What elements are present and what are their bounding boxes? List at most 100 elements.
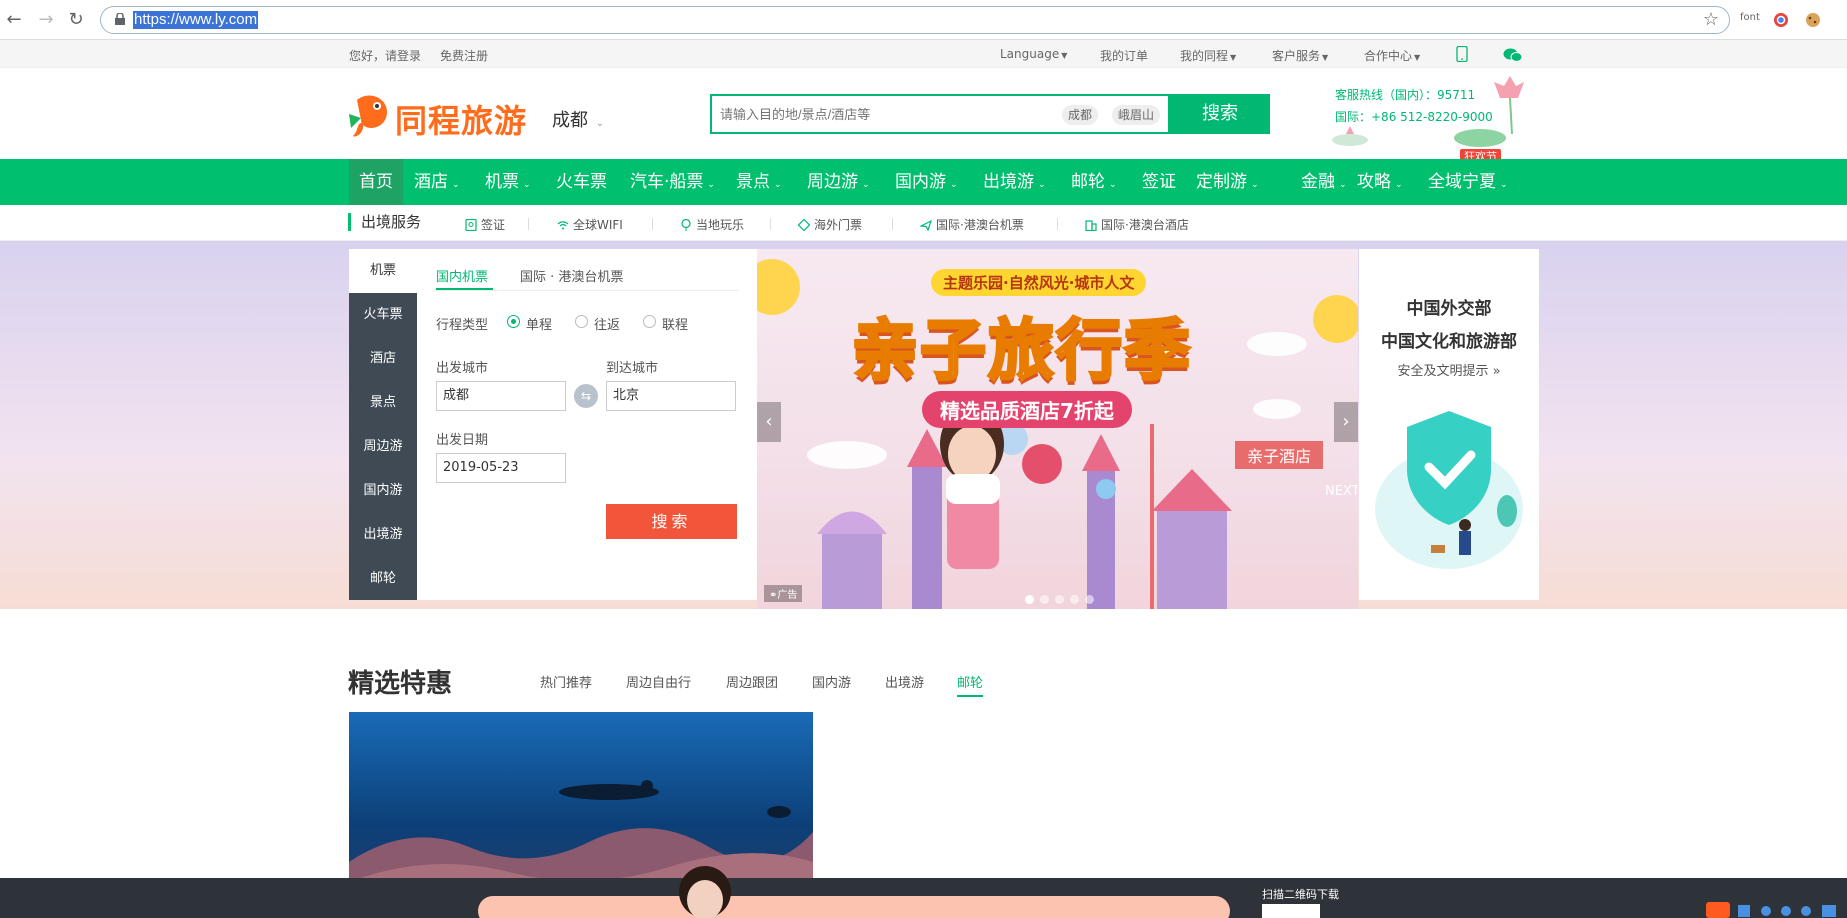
my-orders-link[interactable]: 我的订单 bbox=[1100, 47, 1148, 64]
departure-date-field[interactable]: 2019-05-23 bbox=[436, 453, 566, 483]
nav-item-finance[interactable]: 金融 ⌄ bbox=[1301, 159, 1347, 205]
one-way-radio[interactable] bbox=[507, 315, 520, 328]
url-text[interactable]: https://www.ly.com bbox=[133, 11, 259, 29]
subnav-label: 国际·港澳台机票 bbox=[936, 218, 1024, 232]
search-suggestion-chip[interactable]: 成都 bbox=[1062, 105, 1099, 125]
chrome-extension-icon[interactable] bbox=[1773, 12, 1789, 28]
chevron-down-icon: ⌄ bbox=[862, 180, 870, 190]
nav-item-attractions[interactable]: 景点 ⌄ bbox=[736, 159, 782, 205]
nav-item-home[interactable]: 首页 bbox=[349, 159, 403, 205]
carousel-dot[interactable] bbox=[1085, 595, 1094, 604]
bottom-promo-banner[interactable] bbox=[478, 896, 1230, 918]
side-tab-train[interactable]: 火车票 bbox=[349, 293, 417, 337]
chevron-down-icon: ⌄ bbox=[774, 180, 782, 190]
nav-item-custom-tour[interactable]: 定制游 ⌄ bbox=[1196, 159, 1259, 205]
chevron-down-icon: ⌄ bbox=[1251, 180, 1259, 190]
side-tab-attractions[interactable]: 景点 bbox=[349, 381, 417, 425]
register-link[interactable]: 免费注册 bbox=[440, 47, 488, 64]
tab-intl-flights[interactable]: 国际 · 港澳台机票 bbox=[520, 266, 623, 285]
ime-toolbar-icon bbox=[1706, 902, 1836, 918]
my-trips-menu[interactable]: 我的同程 ▼ bbox=[1180, 47, 1236, 64]
nav-item-domestic[interactable]: 国内游 ⌄ bbox=[895, 159, 958, 205]
deals-section-title: 精选特惠 bbox=[348, 669, 453, 699]
side-tab-nearby[interactable]: 周边游 bbox=[349, 425, 417, 469]
subnav-item-wifi[interactable]: 全球WIFI bbox=[557, 216, 623, 233]
multi-city-label[interactable]: 联程 bbox=[662, 314, 688, 333]
deals-tab-nearby-free[interactable]: 周边自由行 bbox=[626, 672, 691, 691]
ad-label-text: 广告 bbox=[777, 590, 798, 601]
swap-cities-icon[interactable]: ⇆ bbox=[574, 384, 598, 408]
subnav-item-local-fun[interactable]: 当地玩乐 bbox=[680, 216, 744, 233]
subnav-item-intl-hotels[interactable]: 国际·港澳台酒店 bbox=[1085, 216, 1189, 233]
chevron-down-icon: ▼ bbox=[1061, 51, 1068, 60]
mobile-app-icon[interactable] bbox=[1456, 46, 1468, 62]
nav-item-train[interactable]: 火车票 bbox=[556, 159, 607, 205]
nav-item-bus-ship[interactable]: 汽车·船票 ⌄ bbox=[630, 159, 715, 205]
subnav-item-overseas-tickets[interactable]: 海外门票 bbox=[798, 216, 862, 233]
customer-service-label: 客户服务 bbox=[1272, 49, 1321, 63]
round-trip-label[interactable]: 往返 bbox=[594, 314, 620, 333]
nav-item-outbound[interactable]: 出境游 ⌄ bbox=[983, 159, 1046, 205]
site-search-button[interactable]: 搜索 bbox=[1170, 94, 1270, 134]
to-city-field[interactable]: 北京 bbox=[606, 381, 736, 411]
nav-item-visa[interactable]: 签证 bbox=[1142, 159, 1176, 205]
to-city-label: 到达城市 bbox=[606, 361, 659, 376]
nav-item-ningxia[interactable]: 全域宁夏 ⌄ bbox=[1428, 159, 1508, 205]
side-tab-domestic[interactable]: 国内游 bbox=[349, 469, 417, 513]
deals-tab-hot[interactable]: 热门推荐 bbox=[540, 672, 592, 691]
carousel-next-button[interactable]: › bbox=[1334, 402, 1358, 442]
nav-item-cruise[interactable]: 邮轮 ⌄ bbox=[1071, 159, 1117, 205]
balloon-icon bbox=[681, 219, 691, 231]
search-suggestion-chip[interactable]: 峨眉山 bbox=[1112, 105, 1161, 125]
carousel-dot[interactable] bbox=[1070, 595, 1079, 604]
nav-item-nearby[interactable]: 周边游 ⌄ bbox=[807, 159, 870, 205]
nav-item-hotel[interactable]: 酒店 ⌄ bbox=[414, 159, 460, 205]
carousel-prev-button[interactable]: ‹ bbox=[757, 402, 781, 442]
address-bar[interactable]: https://www.ly.com ☆ bbox=[100, 6, 1730, 34]
cookie-extension-icon[interactable] bbox=[1805, 12, 1821, 28]
side-tab-flights[interactable]: 机票 bbox=[349, 249, 417, 293]
site-logo[interactable]: 同程旅游 bbox=[347, 92, 532, 140]
multi-city-radio[interactable] bbox=[643, 315, 656, 328]
bookmark-star-icon[interactable]: ☆ bbox=[1703, 9, 1719, 30]
divider bbox=[436, 290, 739, 291]
side-tab-outbound[interactable]: 出境游 bbox=[349, 513, 417, 557]
nav-label: 周边游 bbox=[807, 172, 858, 192]
customer-service-menu[interactable]: 客户服务 ▼ bbox=[1272, 47, 1328, 64]
font-extension-icon[interactable]: font bbox=[1740, 12, 1760, 23]
login-link[interactable]: 您好，请登录 bbox=[349, 47, 421, 64]
one-way-label[interactable]: 单程 bbox=[526, 314, 552, 333]
side-tab-cruise[interactable]: 邮轮 bbox=[349, 557, 417, 601]
deals-tab-outbound[interactable]: 出境游 bbox=[885, 672, 924, 691]
back-icon[interactable]: ← bbox=[2, 8, 26, 32]
partner-center-menu[interactable]: 合作中心 ▼ bbox=[1364, 47, 1420, 64]
safety-tips-link[interactable]: 安全及文明提示 » bbox=[1359, 360, 1539, 379]
subnav-item-intl-flights[interactable]: 国际·港澳台机票 bbox=[920, 216, 1024, 233]
carousel-dot[interactable] bbox=[1025, 595, 1034, 604]
active-tab-indicator bbox=[436, 288, 493, 290]
banner-subtitle: 主题乐园·自然风光·城市人文 bbox=[931, 269, 1147, 296]
subnav-item-visa[interactable]: 签证 bbox=[465, 216, 505, 233]
deals-tab-nearby-group[interactable]: 周边跟团 bbox=[726, 672, 778, 691]
carousel-dot[interactable] bbox=[1055, 595, 1064, 604]
promo-carousel[interactable]: 主题乐园·自然风光·城市人文 亲子旅行季 精选品质酒店7折起 亲子酒店 NEXT… bbox=[757, 249, 1358, 609]
city-selector[interactable]: 成都 ⌄ bbox=[552, 106, 604, 132]
from-city-field[interactable]: 成都 bbox=[436, 381, 566, 411]
wechat-icon[interactable] bbox=[1503, 47, 1523, 63]
qr-code bbox=[1262, 904, 1320, 918]
nav-item-guides[interactable]: 攻略 ⌄ bbox=[1357, 159, 1403, 205]
carousel-dot[interactable] bbox=[1040, 595, 1049, 604]
forward-icon[interactable]: → bbox=[34, 8, 58, 32]
round-trip-radio[interactable] bbox=[575, 315, 588, 328]
deals-tab-cruise[interactable]: 邮轮 bbox=[957, 672, 984, 697]
site-search-input[interactable] bbox=[720, 104, 1050, 124]
safety-notice-card[interactable]: 中国外交部 中国文化和旅游部 安全及文明提示 » bbox=[1359, 249, 1539, 600]
language-menu[interactable]: Language ▼ bbox=[1000, 47, 1067, 61]
flight-search-button[interactable]: 搜索 bbox=[606, 504, 737, 539]
nav-item-flights[interactable]: 机票 ⌄ bbox=[485, 159, 531, 205]
side-tab-hotel[interactable]: 酒店 bbox=[349, 337, 417, 381]
tab-domestic-flights[interactable]: 国内机票 bbox=[436, 266, 488, 285]
reload-icon[interactable]: ↻ bbox=[64, 8, 88, 32]
deals-tab-domestic[interactable]: 国内游 bbox=[812, 672, 851, 691]
browser-toolbar: ← → ↻ https://www.ly.com ☆ font bbox=[0, 0, 1847, 40]
